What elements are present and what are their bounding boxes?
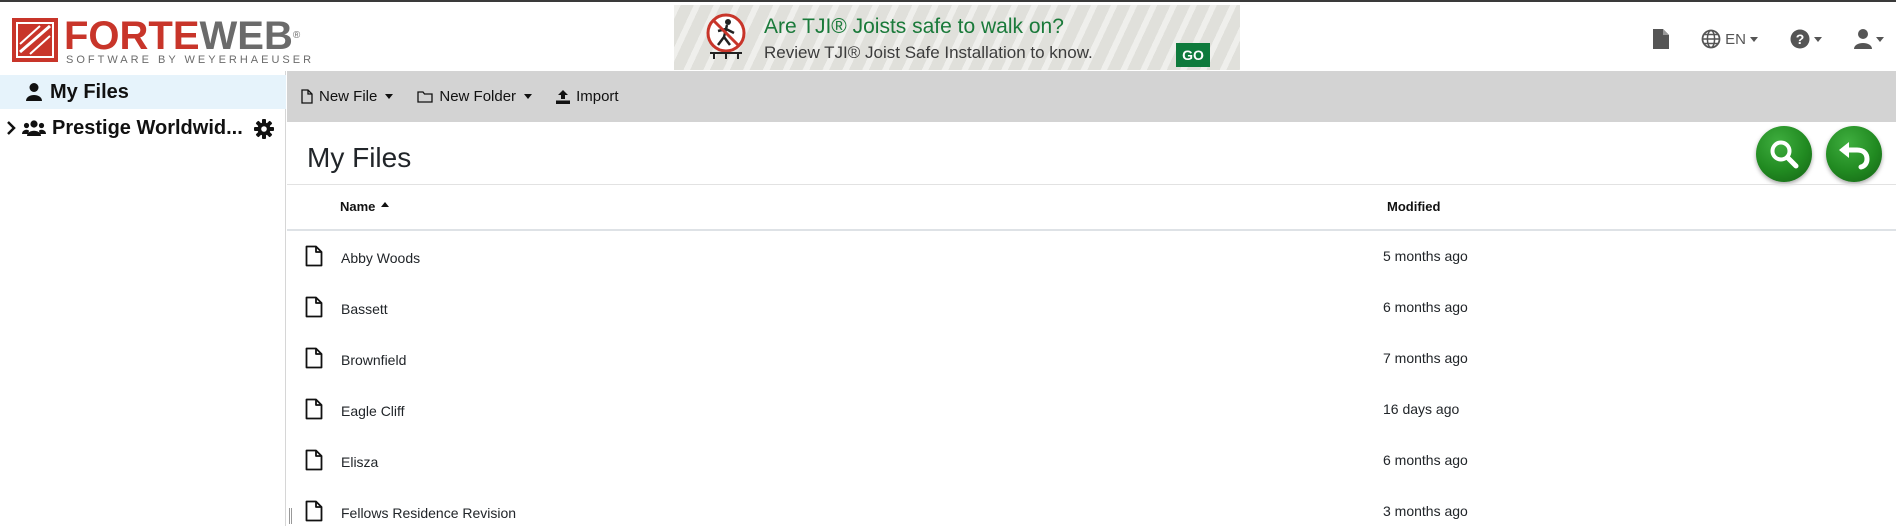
search-button[interactable] [1756,126,1812,182]
gear-icon[interactable] [254,119,274,145]
file-modified: 3 months ago [1383,503,1468,519]
file-icon [305,500,323,522]
logo-wordmark: FORTEWEB® [64,14,301,58]
import-label: Import [576,88,619,105]
file-modified: 6 months ago [1383,452,1468,468]
file-row[interactable]: Bassett 6 months ago [287,284,1896,335]
file-modified: 5 months ago [1383,248,1468,264]
file-name[interactable]: Bassett [341,301,388,317]
logo-tagline: SOFTWARE BY WEYERHAEUSER [66,54,315,66]
app-header: FORTEWEB® SOFTWARE BY WEYERHAEUSER Are T… [0,2,1896,71]
language-label: EN [1725,30,1746,48]
chevron-down-icon [1814,36,1822,42]
file-name[interactable]: Elisza [341,454,378,470]
upload-icon [556,89,571,104]
sidebar-item-my-files[interactable]: My Files [0,75,286,109]
file-icon [305,449,323,471]
user-icon [26,83,42,101]
file-row[interactable]: Elisza 6 months ago [287,437,1896,488]
forteweb-logo[interactable]: FORTEWEB® SOFTWARE BY WEYERHAEUSER [12,14,312,66]
help-icon: ? [1790,29,1810,49]
file-modified: 7 months ago [1383,350,1468,366]
file-name[interactable]: Fellows Residence Revision [341,505,516,521]
language-selector[interactable]: EN [1701,29,1758,49]
new-file-button[interactable]: New File [301,88,394,105]
file-toolbar: New File New Folder Import [287,71,1896,122]
promo-banner[interactable]: Are TJI® Joists safe to walk on? Review … [674,5,1240,70]
document-icon [1653,29,1670,49]
file-icon [305,296,323,318]
sidebar-item-label: Prestige Worldwid... [52,116,243,139]
banner-go-button[interactable]: GO [1176,43,1210,67]
sidebar: My Files Prestige Worldwid... [0,71,286,526]
title-divider [287,184,1896,185]
file-name[interactable]: Eagle Cliff [341,403,405,419]
chevron-down-icon [1876,36,1884,42]
users-icon [22,120,46,136]
globe-icon [1701,29,1721,49]
column-name-label: Name [340,199,376,214]
file-icon [301,89,313,104]
folder-icon [417,91,434,103]
file-icon [305,245,323,267]
banner-title: Are TJI® Joists safe to walk on? [764,15,1064,38]
document-button[interactable] [1653,29,1670,49]
chevron-right-icon[interactable] [6,120,16,136]
user-menu-button[interactable] [1854,29,1884,49]
file-row[interactable]: Abby Woods 5 months ago [287,233,1896,284]
header-actions: EN ? [1621,24,1884,54]
column-modified-label: Modified [1387,199,1441,214]
new-file-label: New File [319,88,378,105]
logo-mark-icon [12,18,58,62]
file-row[interactable]: Brownfield 7 months ago [287,335,1896,386]
help-menu-button[interactable]: ? [1790,29,1822,49]
search-icon [1770,140,1799,169]
file-name[interactable]: Abby Woods [341,250,420,266]
chevron-down-icon [1750,36,1758,42]
user-icon [1854,29,1872,49]
file-modified: 6 months ago [1383,299,1468,315]
banner-subtitle: Review TJI® Joist Safe Installation to k… [764,43,1093,62]
undo-arrow-icon [1839,142,1870,170]
header-divider [287,229,1896,231]
file-row[interactable]: Eagle Cliff 16 days ago [287,386,1896,437]
back-button[interactable] [1826,126,1882,182]
svg-text:?: ? [1796,31,1805,47]
new-folder-button[interactable]: New Folder [417,88,533,105]
page-title: My Files [307,142,412,173]
chevron-down-icon [385,94,394,99]
column-header-name[interactable]: Name [340,199,390,214]
file-icon [305,398,323,420]
sidebar-item-prestige-worldwide[interactable]: Prestige Worldwid... [0,111,286,145]
new-folder-label: New Folder [439,88,517,105]
file-name[interactable]: Brownfield [341,352,406,368]
resize-handle[interactable] [289,508,292,524]
column-header-modified[interactable]: Modified [1387,199,1440,214]
file-icon [305,347,323,369]
sidebar-item-label: My Files [50,80,129,103]
chevron-down-icon [524,94,533,99]
sort-ascending-icon [381,202,390,207]
file-modified: 16 days ago [1383,401,1460,417]
import-button[interactable]: Import [556,88,619,105]
no-walking-warning-icon [706,13,746,59]
file-row[interactable]: Fellows Residence Revision 3 months ago [287,488,1896,526]
